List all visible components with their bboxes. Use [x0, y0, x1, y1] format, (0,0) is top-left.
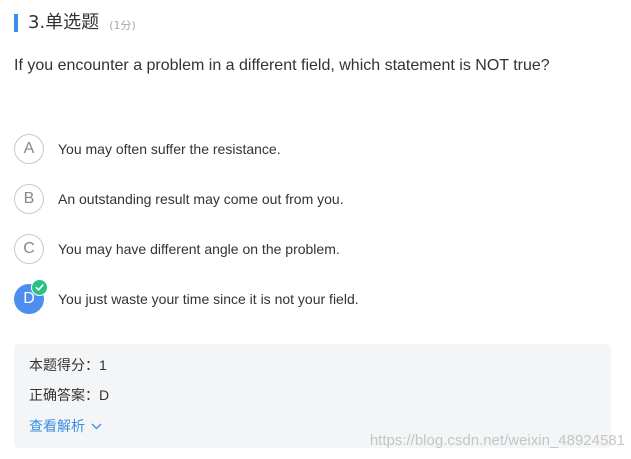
option-letter-selected[interactable]: D — [14, 279, 48, 314]
option-letter[interactable]: B — [14, 184, 44, 214]
correct-answer-label: 正确答案： — [29, 388, 99, 404]
score-value: 1 — [99, 357, 107, 373]
question-header: 3.单选题 (1分) — [14, 12, 136, 34]
option-text: You may often suffer the resistance. — [58, 141, 281, 157]
correct-answer-line: 正确答案：D — [29, 386, 109, 405]
option-text: You may have different angle on the prob… — [58, 241, 340, 257]
title-accent-bar — [14, 14, 18, 32]
correct-answer-value: D — [99, 387, 110, 403]
options-list: A You may often suffer the resistance. B… — [14, 134, 614, 334]
option-text: You just waste your time since it is not… — [58, 291, 359, 307]
chevron-down-icon — [91, 423, 102, 429]
option-b[interactable]: B An outstanding result may come out fro… — [14, 184, 614, 214]
view-analysis-label: 查看解析 — [29, 419, 85, 435]
option-letter[interactable]: C — [14, 234, 44, 264]
option-a[interactable]: A You may often suffer the resistance. — [14, 134, 614, 164]
option-letter[interactable]: A — [14, 134, 44, 164]
score-label: 本题得分： — [29, 358, 99, 374]
view-analysis-link[interactable]: 查看解析 — [29, 416, 102, 436]
option-text: An outstanding result may come out from … — [58, 191, 344, 207]
question-score-line: 本题得分：1 — [29, 356, 107, 375]
option-c[interactable]: C You may have different angle on the pr… — [14, 234, 614, 264]
watermark: https://blog.csdn.net/weixin_48924581 — [369, 432, 625, 449]
question-title: 3.单选题 — [28, 12, 100, 33]
check-icon — [31, 279, 48, 296]
question-text: If you encounter a problem in a differen… — [14, 57, 550, 74]
question-score: (1分) — [109, 19, 136, 32]
option-d[interactable]: D You just waste your time since it is n… — [14, 279, 614, 314]
